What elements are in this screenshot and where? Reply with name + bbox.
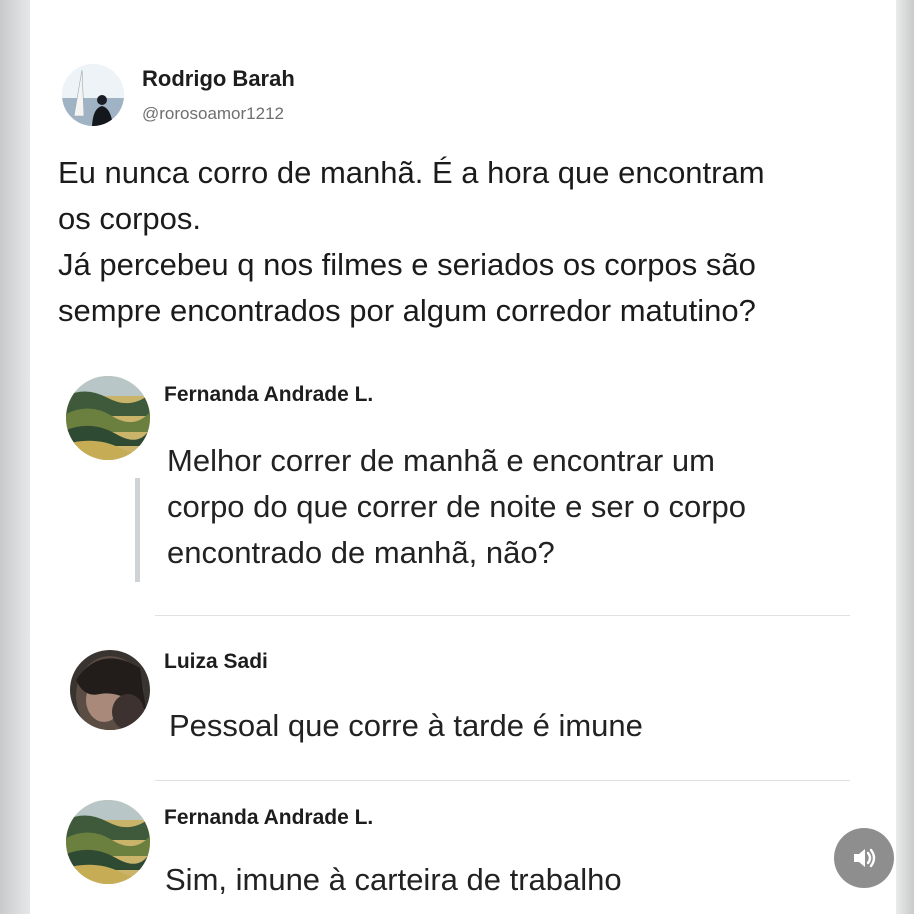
reply-divider bbox=[155, 780, 850, 781]
reply-author-name[interactable]: Luiza Sadi bbox=[164, 650, 268, 674]
reply-text-line: Melhor correr de manhã e encontrar um bbox=[167, 443, 715, 478]
reply-divider bbox=[155, 615, 850, 616]
post-text-line: Eu nunca corro de manhã. É a hora que en… bbox=[58, 155, 765, 190]
post-author-name[interactable]: Rodrigo Barah bbox=[142, 66, 295, 92]
reply-text: Sim, imune à carteira de trabalho bbox=[165, 857, 622, 903]
post-text-line: sempre encontrados por algum corredor ma… bbox=[58, 293, 756, 328]
right-blur-edge bbox=[894, 0, 914, 914]
thread-connector-line bbox=[135, 478, 140, 582]
reply-text-line: Sim, imune à carteira de trabalho bbox=[165, 862, 622, 897]
post-text-line: Já percebeu q nos filmes e seriados os c… bbox=[58, 247, 756, 282]
post-text: Eu nunca corro de manhã. É a hora que en… bbox=[58, 150, 765, 334]
sound-toggle-button[interactable] bbox=[834, 828, 894, 888]
post-author-avatar[interactable] bbox=[62, 64, 124, 126]
post-text-line: os corpos. bbox=[58, 201, 202, 236]
reply-text: Melhor correr de manhã e encontrar um co… bbox=[167, 438, 746, 576]
reply-author-avatar[interactable] bbox=[66, 800, 150, 884]
left-blur-edge bbox=[0, 0, 30, 914]
reply-text-line: corpo do que correr de noite e ser o cor… bbox=[167, 489, 747, 524]
reply-text-line: encontrado de manhã, não? bbox=[167, 535, 555, 570]
reply-author-name[interactable]: Fernanda Andrade L. bbox=[164, 383, 373, 407]
reply-author-name[interactable]: Fernanda Andrade L. bbox=[164, 806, 373, 830]
reply-text-line: Pessoal que corre à tarde é imune bbox=[169, 708, 643, 743]
post-card: Rodrigo Barah @rorosoamor1212 Eu nunca c… bbox=[30, 0, 896, 914]
post-author-handle[interactable]: @rorosoamor1212 bbox=[142, 104, 284, 124]
reply-author-avatar[interactable] bbox=[66, 376, 150, 460]
reply-text: Pessoal que corre à tarde é imune bbox=[169, 703, 643, 749]
speaker-icon bbox=[854, 848, 876, 868]
reply-author-avatar[interactable] bbox=[70, 650, 150, 730]
